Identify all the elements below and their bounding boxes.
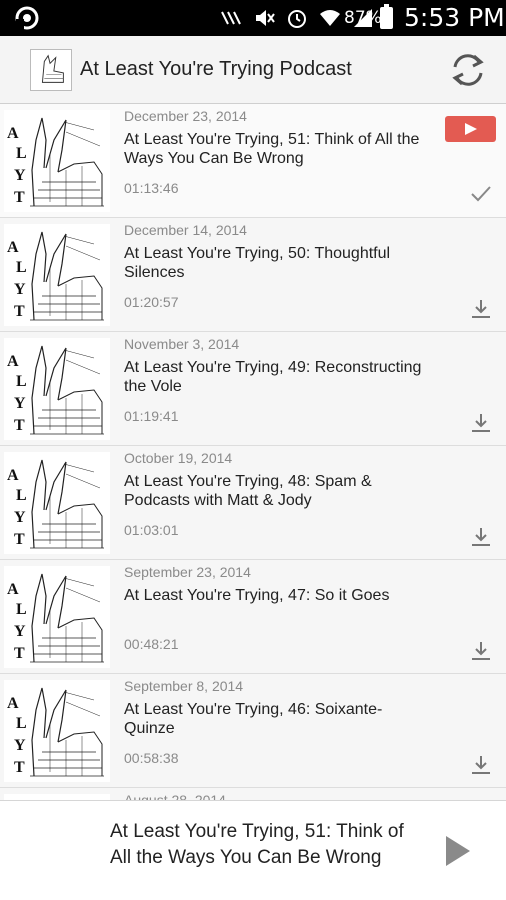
podcast-logo[interactable] [30, 49, 72, 91]
episode-date: November 3, 2014 [124, 336, 240, 352]
episode-duration: 01:03:01 [124, 522, 179, 538]
episode-title: At Least You're Trying, 47: So it Goes [124, 587, 390, 604]
episode-date: September 8, 2014 [124, 678, 244, 694]
episode-thumbnail: ALYT [4, 338, 110, 440]
thumbnail-letter: L [16, 601, 27, 618]
thumbnail-letter: L [16, 715, 27, 732]
now-playing-bar[interactable]: At Least You're Trying, 51: Think of All… [0, 800, 506, 900]
thumbnail-letter: L [16, 145, 27, 162]
episode-list[interactable]: ALYT December 23, 2014 At Least You're T… [0, 104, 506, 800]
download-icon[interactable] [470, 298, 492, 320]
thumbnail-letter: T [14, 759, 25, 776]
episode-title: At Least You're Trying, 51: Think of All… [124, 131, 420, 167]
episode-date: December 14, 2014 [124, 222, 247, 238]
episode-row[interactable]: ALYT October 19, 2014 At Least You're Tr… [0, 446, 506, 560]
mute-icon [256, 10, 275, 26]
alyt-artwork-icon: ALYT [7, 687, 104, 777]
episode-row[interactable]: ALYT September 23, 2014 At Least You're … [0, 560, 506, 674]
thumbnail-letter: L [16, 487, 27, 504]
episode-row[interactable]: ALYT November 3, 2014 At Least You're Tr… [0, 332, 506, 446]
action-bar: At Least You're Trying Podcast [0, 36, 506, 104]
battery-percent: 87% [344, 8, 382, 28]
thumbnail-letter: T [14, 645, 25, 662]
thumbnail-letter: A [7, 695, 19, 712]
alyt-artwork-icon: ALYT [7, 345, 104, 435]
episode-thumbnail: ALYT [4, 680, 110, 782]
episode-thumbnail: ALYT [4, 224, 110, 326]
thumbnail-letter: Y [14, 509, 26, 526]
episode-duration: 01:13:46 [124, 180, 179, 196]
thumbnail-letter: L [16, 373, 27, 390]
page-title: At Least You're Trying Podcast [80, 58, 352, 80]
episode-title: At Least You're Trying, 46: Soixante-Qui… [124, 701, 383, 737]
alarm-icon [288, 10, 306, 28]
episode-row[interactable]: ALYT August 28, 2014 [0, 788, 506, 800]
thumbnail-letter: L [16, 259, 27, 276]
episode-thumbnail: ALYT [4, 566, 110, 668]
thumbnail-letter: Y [14, 623, 26, 640]
episode-title: At Least You're Trying, 48: Spam & Podca… [124, 473, 372, 509]
download-icon[interactable] [470, 640, 492, 662]
thumbnail-letter: T [14, 531, 25, 548]
alyt-artwork-icon: ALYT [7, 231, 104, 321]
episode-duration: 01:19:41 [124, 408, 179, 424]
thumbnail-letter: Y [14, 167, 26, 184]
thumbnail-letter: Y [14, 395, 26, 412]
download-icon[interactable] [470, 754, 492, 776]
wifi-icon [320, 10, 340, 26]
alyt-artwork-icon: ALYT [7, 459, 104, 549]
thumbnail-letter: A [7, 467, 19, 484]
episode-duration: 01:20:57 [124, 294, 179, 310]
episode-title: At Least You're Trying, 49: Reconstructi… [124, 359, 422, 395]
episode-thumbnail: ALYT [4, 452, 110, 554]
episode-row[interactable]: ALYT December 14, 2014 At Least You're T… [0, 218, 506, 332]
play-icon[interactable] [440, 834, 474, 868]
podcast-logo-icon [41, 54, 64, 83]
thumbnail-letter: T [14, 303, 25, 320]
episode-duration: 00:48:21 [124, 636, 179, 652]
episode-thumbnail: ALYT [4, 110, 110, 212]
thumbnail-letter: Y [14, 737, 26, 754]
episode-title: At Least You're Trying, 50: Thoughtful S… [124, 245, 391, 281]
episode-duration: 00:58:38 [124, 750, 179, 766]
thumbnail-letter: T [14, 417, 25, 434]
thumbnail-letter: A [7, 125, 19, 142]
nfc-icon [221, 11, 241, 25]
clock: 5:53 PM [404, 3, 505, 32]
download-icon[interactable] [470, 526, 492, 548]
episode-row[interactable]: ALYT September 8, 2014 At Least You're T… [0, 674, 506, 788]
thumbnail-letter: Y [14, 281, 26, 298]
sync-status-icon [15, 6, 39, 30]
now-playing-title: At Least You're Trying, 51: Think of All… [110, 821, 404, 868]
refresh-icon[interactable] [449, 51, 487, 89]
thumbnail-letter: A [7, 239, 19, 256]
download-icon[interactable] [470, 412, 492, 434]
youtube-icon[interactable] [445, 116, 496, 142]
alyt-artwork-icon: ALYT [7, 573, 104, 663]
checkmark-icon [471, 186, 491, 202]
episode-row[interactable]: ALYT December 23, 2014 At Least You're T… [0, 104, 506, 218]
episode-date: August 28, 2014 [124, 792, 226, 800]
episode-date: October 19, 2014 [124, 450, 233, 466]
episode-date: September 23, 2014 [124, 564, 251, 580]
alyt-artwork-icon: ALYT [7, 117, 104, 207]
episode-date: December 23, 2014 [124, 108, 247, 124]
thumbnail-letter: A [7, 353, 19, 370]
thumbnail-letter: A [7, 581, 19, 598]
thumbnail-letter: T [14, 189, 25, 206]
battery-icon [380, 4, 393, 29]
status-bar: 87% 5:53 PM [0, 0, 506, 36]
